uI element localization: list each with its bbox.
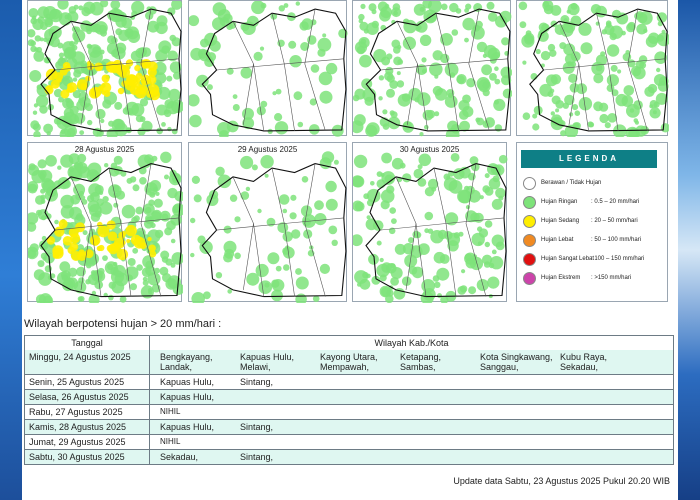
legend-item: Berawan / Tidak Hujan bbox=[523, 176, 601, 190]
region-name: Kubu Raya, bbox=[560, 352, 608, 362]
row-date: Senin, 25 Agustus 2025 bbox=[25, 375, 150, 389]
legend-swatch bbox=[523, 252, 536, 266]
region-name: Kayong Utara, bbox=[320, 352, 378, 362]
left-decor-band bbox=[0, 0, 22, 500]
row-date: Minggu, 24 Agustus 2025 bbox=[25, 350, 150, 374]
legend-label: Hujan Ekstrem bbox=[541, 275, 581, 281]
header-date: Tanggal bbox=[25, 336, 150, 350]
legend-range: : 20 – 50 mm/hari bbox=[591, 218, 638, 224]
forecast-map-panel: 30 Agustus 2025 bbox=[352, 142, 508, 303]
right-decor-band bbox=[678, 0, 700, 500]
region-name: Sekadau, bbox=[560, 362, 599, 372]
region-name: Kapuas Hulu, bbox=[160, 392, 215, 402]
region-name: Bengkayang, bbox=[160, 352, 213, 362]
forecast-map bbox=[518, 1, 669, 137]
region-name: Sanggau, bbox=[480, 362, 519, 372]
forecast-map-panel bbox=[516, 0, 669, 137]
region-name: Sintang, bbox=[240, 377, 274, 387]
legend-item: Hujan Ringan : 0.5 – 20 mm/hari bbox=[523, 195, 639, 209]
legend-swatch bbox=[523, 233, 536, 247]
region-name: NIHIL bbox=[160, 407, 181, 416]
legend-swatch bbox=[523, 176, 536, 190]
forecast-map bbox=[189, 1, 348, 137]
region-name: Ketapang, bbox=[400, 352, 442, 362]
legend-range: : >150 mm/hari bbox=[591, 275, 632, 281]
forecast-map-panel bbox=[27, 0, 183, 137]
row-regions: NIHIL bbox=[150, 435, 673, 449]
legend-label: Hujan Lebat bbox=[541, 237, 574, 243]
forecast-sheet: 28 Agustus 2025 29 Agustus 2025 30 Agustus… bbox=[22, 0, 678, 500]
legend: LEGENDA Berawan / Tidak Hujan Hujan Ringa… bbox=[516, 142, 668, 302]
legend-range: : 0.5 – 20 mm/hari bbox=[591, 199, 640, 205]
row-date: Kamis, 28 Agustus 2025 bbox=[25, 420, 150, 434]
table-header-row: Tanggal Wilayah Kab./Kota bbox=[25, 336, 673, 350]
row-regions: Sekadau, Sintang, bbox=[150, 450, 673, 464]
region-name: Landak, bbox=[160, 362, 193, 372]
region-name: Sintang, bbox=[240, 422, 274, 432]
region-name: Kapuas Hulu, bbox=[160, 377, 215, 387]
region-name: Kota Singkawang, bbox=[480, 352, 553, 362]
legend-swatch bbox=[523, 195, 536, 209]
forecast-map-panel: 28 Agustus 2025 bbox=[27, 142, 183, 303]
legend-label: Hujan Ringan bbox=[541, 199, 578, 205]
table-row: Sabtu, 30 Agustus 2025 Sekadau, Sintang, bbox=[25, 449, 673, 464]
map-date-label: 28 Agustus 2025 bbox=[74, 145, 135, 154]
row-date: Rabu, 27 Agustus 2025 bbox=[25, 405, 150, 419]
legend-label: Hujan Sedang bbox=[541, 218, 580, 224]
region-name: Mempawah, bbox=[320, 362, 370, 372]
forecast-map-panel: 29 Agustus 2025 bbox=[188, 142, 347, 303]
table-row: Jumat, 29 Agustus 2025 NIHIL bbox=[25, 434, 673, 449]
region-name: NIHIL bbox=[160, 437, 181, 446]
header-region: Wilayah Kab./Kota bbox=[150, 336, 673, 350]
legend-item: Hujan Sedang : 20 – 50 mm/hari bbox=[523, 214, 638, 228]
row-regions: Bengkayang, Kapuas Hulu, Kayong Utara, Keta… bbox=[150, 350, 673, 374]
region-name: Sekadau, bbox=[160, 452, 199, 462]
legend-label: Berawan / Tidak Hujan bbox=[541, 180, 602, 186]
table-row: Selasa, 26 Agustus 2025 Kapuas Hulu, bbox=[25, 389, 673, 404]
forecast-map bbox=[28, 151, 183, 303]
table-row: Kamis, 28 Agustus 2025 Kapuas Hulu, Sintan… bbox=[25, 419, 673, 434]
forecast-map bbox=[190, 151, 347, 303]
legend-range: : 100 – 150 mm/hari bbox=[591, 256, 645, 262]
section-title: Wilayah berpotensi hujan > 20 mm/hari : bbox=[24, 318, 222, 330]
forecast-map-panel bbox=[352, 0, 512, 137]
legend-range: : 50 – 100 mm/hari bbox=[591, 237, 642, 243]
legend-swatch bbox=[523, 271, 536, 285]
region-name: Kapuas Hulu, bbox=[240, 352, 295, 362]
row-date: Jumat, 29 Agustus 2025 bbox=[25, 435, 150, 449]
forecast-map-panel bbox=[188, 0, 348, 137]
row-regions: NIHIL bbox=[150, 405, 673, 419]
map-date-label: 29 Agustus 2025 bbox=[237, 145, 298, 154]
update-note: Update data Sabtu, 23 Agustus 2025 Pukul… bbox=[453, 476, 670, 486]
legend-item: Hujan Ekstrem : >150 mm/hari bbox=[523, 271, 631, 285]
forecast-map bbox=[353, 152, 508, 303]
table-row: Minggu, 24 Agustus 2025 Bengkayang, Kapuas… bbox=[25, 350, 673, 374]
region-name: Melawi, bbox=[240, 362, 271, 372]
region-name: Kapuas Hulu, bbox=[160, 422, 215, 432]
legend-swatch bbox=[523, 214, 536, 228]
map-date-label: 30 Agustus 2025 bbox=[399, 145, 460, 154]
row-regions: Kapuas Hulu, Sintang, bbox=[150, 375, 673, 389]
region-name: Sambas, bbox=[400, 362, 436, 372]
region-name: Sintang, bbox=[240, 452, 274, 462]
legend-item: Hujan Sangat Lebat: 100 – 150 mm/hari bbox=[523, 252, 644, 266]
legend-item: Hujan Lebat : 50 – 100 mm/hari bbox=[523, 233, 641, 247]
row-date: Sabtu, 30 Agustus 2025 bbox=[25, 450, 150, 464]
rain-region-table: Tanggal Wilayah Kab./Kota Minggu, 24 Agu… bbox=[24, 335, 674, 465]
forecast-map bbox=[353, 1, 512, 137]
row-regions: Kapuas Hulu, Sintang, bbox=[150, 420, 673, 434]
legend-label: Hujan Sangat Lebat bbox=[541, 256, 595, 262]
row-regions: Kapuas Hulu, bbox=[150, 390, 673, 404]
forecast-map bbox=[28, 1, 183, 137]
legend-title: LEGENDA bbox=[521, 150, 657, 168]
table-row: Rabu, 27 Agustus 2025 NIHIL bbox=[25, 404, 673, 419]
row-date: Selasa, 26 Agustus 2025 bbox=[25, 390, 150, 404]
table-row: Senin, 25 Agustus 2025 Kapuas Hulu, Sintan… bbox=[25, 374, 673, 389]
